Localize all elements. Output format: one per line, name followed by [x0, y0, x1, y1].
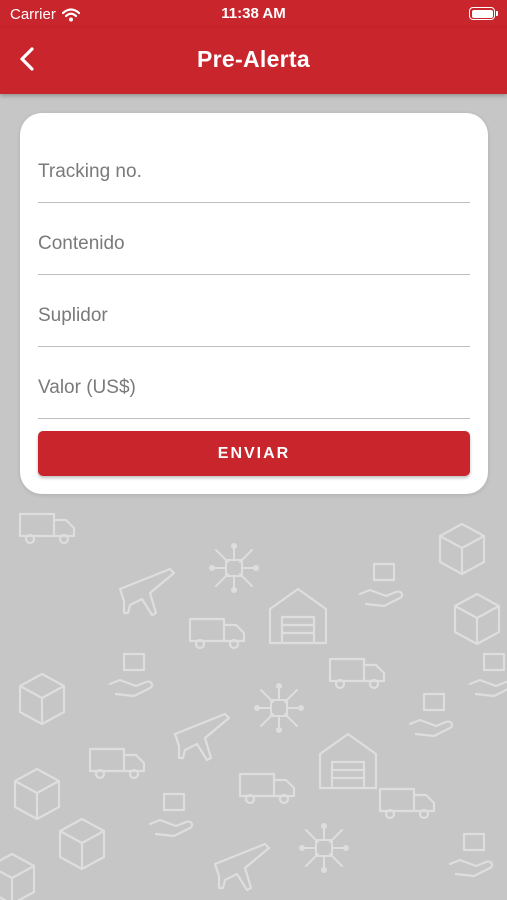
value-field	[38, 347, 470, 419]
battery-icon	[469, 7, 498, 20]
tracking-number-field	[38, 131, 470, 203]
status-bar: Carrier 11:38 AM	[0, 0, 507, 28]
pre-alert-form-card: ENVIAR	[20, 113, 488, 494]
page-title: Pre-Alerta	[197, 46, 310, 72]
tracking-number-input[interactable]	[38, 161, 470, 183]
content-input[interactable]	[38, 233, 470, 255]
supplier-input[interactable]	[38, 305, 470, 327]
status-time: 11:38 AM	[221, 5, 286, 22]
navigation-bar: Pre-Alerta	[0, 28, 507, 94]
submit-button[interactable]: ENVIAR	[38, 431, 470, 476]
supplier-field	[38, 275, 470, 347]
content-field	[38, 203, 470, 275]
value-usd-input[interactable]	[38, 377, 470, 399]
